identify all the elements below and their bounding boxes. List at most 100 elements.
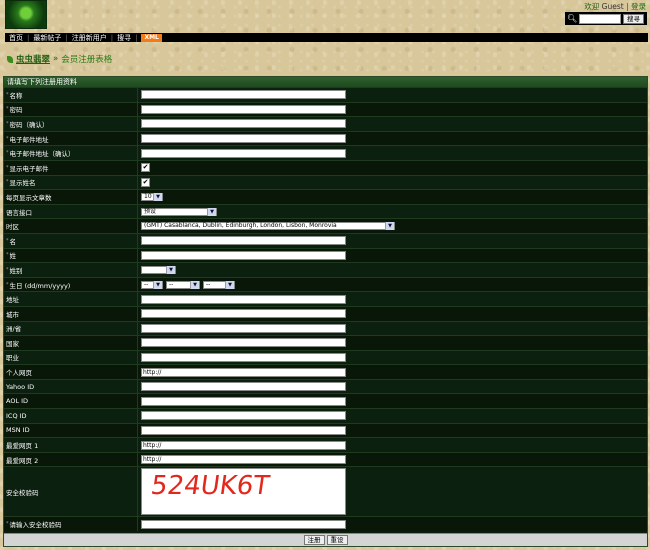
field-label: 地址 (4, 292, 138, 306)
breadcrumb-forum-link[interactable]: 虫虫翡翠 (16, 53, 50, 65)
text-input[interactable] (141, 119, 346, 129)
text-input[interactable] (141, 519, 346, 529)
select-value: 预设 (144, 207, 157, 215)
chevron-down-icon: ▼ (385, 222, 394, 231)
field-label: 国家 (4, 336, 138, 350)
field-cell: (GMT) Casablanca, Dublin, Edinburgh, Lon… (138, 219, 647, 233)
nav-search[interactable]: 搜寻 (113, 33, 135, 43)
welcome-bar: 欢迎 Guest | 登录 (584, 1, 646, 12)
select-dropdown[interactable]: 预设 ▼ (141, 207, 217, 216)
chevron-down-icon: ▼ (207, 207, 216, 216)
field-label: 密码（确认） (4, 117, 138, 131)
field-cell (138, 380, 647, 394)
form-row: 显示电子邮件✔ (4, 159, 647, 175)
text-input[interactable] (141, 236, 346, 246)
text-input[interactable] (141, 425, 346, 435)
select-value: 10 (144, 192, 152, 200)
form-row: 洲/省 (4, 320, 647, 336)
form-row: 显示姓名✔ (4, 174, 647, 190)
reset-button[interactable]: 重设 (326, 535, 348, 545)
field-label: 名称 (4, 88, 138, 102)
chevron-down-icon: ▼ (153, 280, 162, 289)
field-label: 每页显示文章数 (4, 190, 138, 204)
form-row: 语言接口 预设 ▼ (4, 203, 647, 219)
nav-home[interactable]: 首页 (5, 33, 27, 43)
nav-latest-posts[interactable]: 最新帖子 (29, 33, 65, 43)
field-label: AOL ID (4, 394, 138, 409)
text-input[interactable] (141, 396, 346, 406)
checkbox[interactable]: ✔ (141, 163, 150, 173)
text-input[interactable]: http:// (141, 440, 346, 450)
welcome-text: 欢迎 (584, 2, 600, 11)
xml-feed-badge[interactable]: XML (141, 33, 162, 42)
field-cell: 524UK6T (138, 467, 647, 516)
text-input[interactable] (141, 352, 346, 362)
year-select[interactable]: -- ▼ (203, 280, 235, 289)
field-label: Yahoo ID (4, 379, 138, 394)
day-select[interactable]: -- ▼ (141, 280, 163, 289)
field-label: 姓 (4, 248, 138, 263)
text-input[interactable] (141, 309, 346, 319)
field-cell (138, 307, 647, 321)
form-header: 请填写下列注册用资料 (4, 77, 647, 87)
select-dropdown[interactable]: 10 ▼ (141, 192, 163, 201)
field-label: 洲/省 (4, 321, 138, 336)
text-input[interactable] (141, 323, 346, 333)
select-dropdown[interactable]: ▼ (141, 265, 176, 274)
text-input[interactable] (141, 338, 346, 348)
text-input[interactable] (141, 294, 346, 304)
chevron-down-icon: ▼ (225, 280, 234, 289)
field-cell (138, 103, 647, 117)
field-cell (138, 424, 647, 438)
select-dropdown[interactable]: (GMT) Casablanca, Dublin, Edinburgh, Lon… (141, 222, 395, 231)
login-link[interactable]: 登录 (631, 2, 646, 11)
text-input[interactable] (141, 90, 346, 100)
field-label: 安全校验码 (4, 467, 138, 517)
field-cell (138, 409, 647, 423)
field-label: ICQ ID (4, 409, 138, 423)
form-row: 请输入安全校验码 (4, 516, 647, 532)
form-row: 生日 (dd/mm/yyyy) -- ▼ -- ▼ -- ▼ (4, 276, 647, 292)
form-row: ICQ ID (4, 408, 647, 423)
field-cell (138, 517, 647, 531)
month-select[interactable]: -- ▼ (166, 280, 200, 289)
field-label: 最爱网页 2 (4, 452, 138, 467)
select-value: -- (169, 280, 174, 288)
field-label: 职业 (4, 350, 138, 365)
field-cell (138, 88, 647, 102)
breadcrumb-current: 会员注册表格 (61, 55, 113, 65)
text-input[interactable] (141, 411, 346, 421)
form-row: 姓别 ▼ (4, 262, 647, 277)
field-cell: http:// (138, 453, 647, 467)
search-input[interactable] (579, 13, 621, 24)
field-label: 显示姓名 (4, 175, 138, 190)
form-row: 最爱网页 2 http:// (4, 451, 647, 467)
breadcrumb: 虫虫翡翠 » 会员注册表格 (7, 53, 112, 65)
field-label: 语言接口 (4, 204, 138, 219)
field-cell: 10 ▼ (138, 190, 647, 204)
form-row: 电子邮件地址（确认） (4, 145, 647, 160)
guest-name: Guest (601, 2, 624, 11)
form-footer: 注册 重设 (4, 533, 647, 546)
field-cell: http:// (138, 438, 647, 452)
text-input[interactable] (141, 104, 346, 114)
field-cell: http:// (138, 365, 647, 379)
field-label: 姓别 (4, 263, 138, 277)
registration-form: 请填写下列注册用资料 名称密码密码（确认）电子邮件地址电子邮件地址（确认）显示电… (3, 76, 648, 547)
form-row: AOL ID (4, 393, 647, 409)
field-label: 名 (4, 233, 138, 248)
text-input[interactable]: http:// (141, 455, 346, 465)
submit-button[interactable]: 注册 (303, 535, 325, 545)
text-input[interactable]: http:// (141, 367, 346, 377)
nav-register[interactable]: 注册新用户 (68, 33, 111, 43)
breadcrumb-separator: » (53, 54, 59, 64)
text-input[interactable] (141, 250, 346, 260)
checkbox[interactable]: ✔ (141, 177, 150, 187)
captcha-code: 524UK6T (148, 471, 272, 502)
text-input[interactable] (141, 134, 346, 144)
text-input[interactable] (141, 148, 346, 158)
field-label: 最爱网页 1 (4, 438, 138, 452)
field-label: MSN ID (4, 423, 138, 438)
search-button[interactable]: 搜寻 (623, 13, 644, 24)
text-input[interactable] (141, 382, 346, 392)
